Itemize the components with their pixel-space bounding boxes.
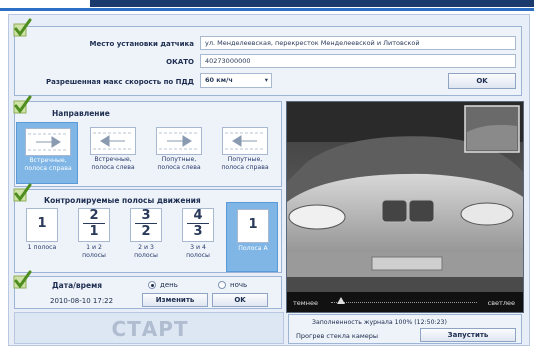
top-dark-bar [90, 0, 534, 7]
lighter-label: светлее [487, 299, 515, 307]
night-radio[interactable] [218, 281, 226, 289]
place-label: Место установки датчика [89, 40, 194, 48]
day-label: день [160, 281, 178, 289]
arrow-left-icon [90, 127, 136, 155]
arrow-right-icon [156, 127, 202, 155]
run-button[interactable]: Запустить [420, 328, 516, 342]
journal-status: Заполненность журнала 100% (12:50:23) [312, 319, 447, 326]
place-field[interactable]: ул. Менделеевская, перекресток Менделеев… [200, 36, 516, 50]
chevron-down-icon: ▾ [264, 76, 268, 84]
location-ok-button[interactable]: OK [448, 73, 516, 89]
direction-oncoming-left[interactable]: Встречные, полоса слева [82, 122, 144, 184]
datetime-title: Дата/время [52, 281, 103, 290]
camera-view: темнее светлее [286, 101, 524, 313]
checkmark-icon [13, 270, 32, 289]
top-accent-line [0, 8, 534, 11]
direction-oncoming-right[interactable]: Встречные, полоса справа [16, 122, 78, 184]
speed-value: 60 км/ч [205, 76, 233, 84]
night-label: ночь [230, 281, 248, 289]
direction-same-left[interactable]: Попутные, полоса слева [148, 122, 210, 184]
direction-same-right[interactable]: Попутные, полоса справа [214, 122, 276, 184]
okato-field[interactable]: 40273000000 [200, 54, 516, 68]
camera-frame-image [287, 102, 523, 312]
okato-label: ОКАТО [166, 58, 194, 66]
darker-label: темнее [293, 299, 318, 307]
lane-icon: 2 1 [78, 208, 110, 242]
start-button[interactable]: СТАРТ [14, 312, 284, 344]
heating-status: Прогрев стекла камеры [296, 332, 378, 340]
lane-option-2-3[interactable]: 3 2 2 и 3 полосы [120, 202, 172, 272]
checkmark-icon [13, 18, 32, 37]
lane-option-1[interactable]: 1 1 полоса [16, 202, 68, 272]
arrow-left-icon [222, 127, 268, 155]
start-label: СТАРТ [111, 317, 189, 341]
lane-icon: 4 3 [182, 208, 214, 242]
lane-option-1-2[interactable]: 2 1 1 и 2 полосы [68, 202, 120, 272]
lane-option-a[interactable]: 1 Полоса А [226, 202, 278, 272]
checkmark-icon [13, 183, 32, 202]
change-datetime-button[interactable]: Изменить [142, 293, 208, 307]
lane-icon: 1 [26, 208, 58, 242]
speed-label: Разрешенная макс скорость по ПДД [46, 78, 194, 86]
lane-icon: 1 [237, 209, 269, 243]
brightness-slider[interactable] [337, 297, 346, 304]
datetime-value: 2010-08-10 17:22 [50, 297, 114, 305]
lane-option-3-4[interactable]: 4 3 3 и 4 полосы [172, 202, 224, 272]
lane-icon: 3 2 [130, 208, 162, 242]
day-radio[interactable] [148, 281, 156, 289]
arrow-right-icon [25, 128, 71, 156]
speed-select[interactable]: 60 км/ч ▾ [200, 73, 272, 88]
direction-title: Направление [52, 109, 110, 118]
brightness-track [331, 302, 477, 303]
datetime-ok-button[interactable]: OK [212, 293, 268, 307]
checkmark-icon [13, 95, 32, 114]
